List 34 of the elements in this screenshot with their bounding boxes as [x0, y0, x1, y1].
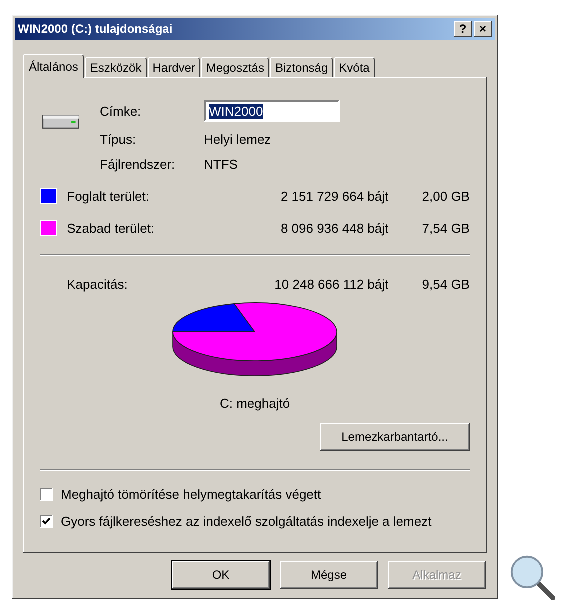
disk-cleanup-button[interactable]: Lemezkarbantartó... [320, 423, 470, 451]
usage-label: Foglalt terület: [67, 188, 150, 204]
capacity-label: Kapacitás: [67, 276, 129, 292]
tab[interactable]: Eszközök [85, 57, 147, 77]
close-button[interactable]: × [474, 21, 492, 37]
size-value: 2,00 GB [421, 188, 470, 204]
tab[interactable]: Hardver [148, 57, 200, 77]
dialog-button[interactable]: Mégse [280, 561, 378, 589]
property-label: Fájlrendszer: [100, 157, 176, 172]
size-value: 7,54 GB [421, 220, 470, 236]
checkbox[interactable] [40, 488, 53, 501]
tab[interactable]: Megosztás [201, 57, 270, 77]
checkbox-label: Gyors fájlkereséshez az indexelő szolgáltatás indexelje a lemezt [61, 514, 432, 529]
byte-count: 2 151 729 664 bájt [280, 188, 389, 204]
property-label: Típus: [100, 132, 138, 147]
size-value: 9,54 GB [421, 276, 470, 292]
chart-caption: C: meghajtó [218, 396, 292, 411]
window-title: WIN2000 (C:) tulajdonságai [18, 22, 173, 36]
help-button[interactable]: ? [454, 21, 472, 37]
field-label: Címke: [100, 104, 142, 118]
tab[interactable]: Általános [23, 54, 84, 78]
label-input-field[interactable]: WIN2000 [204, 100, 340, 122]
hard-drive-icon [42, 112, 80, 130]
usage-label: Szabad terület: [67, 220, 156, 236]
dialog-button[interactable]: OK [172, 561, 270, 589]
tab[interactable]: Kvóta [334, 57, 375, 77]
checkbox[interactable] [40, 515, 53, 528]
magnifier-icon[interactable] [508, 554, 558, 602]
property-value: NTFS [204, 157, 239, 172]
property-value: Helyi lemez [204, 132, 272, 147]
byte-count: 10 248 666 112 bájt [274, 276, 389, 292]
tab[interactable]: Biztonság [270, 57, 334, 77]
checkbox-label: Meghajtó tömörítése helymegtakarítás végett [61, 487, 322, 502]
byte-count: 8 096 936 448 bájt [280, 220, 389, 236]
